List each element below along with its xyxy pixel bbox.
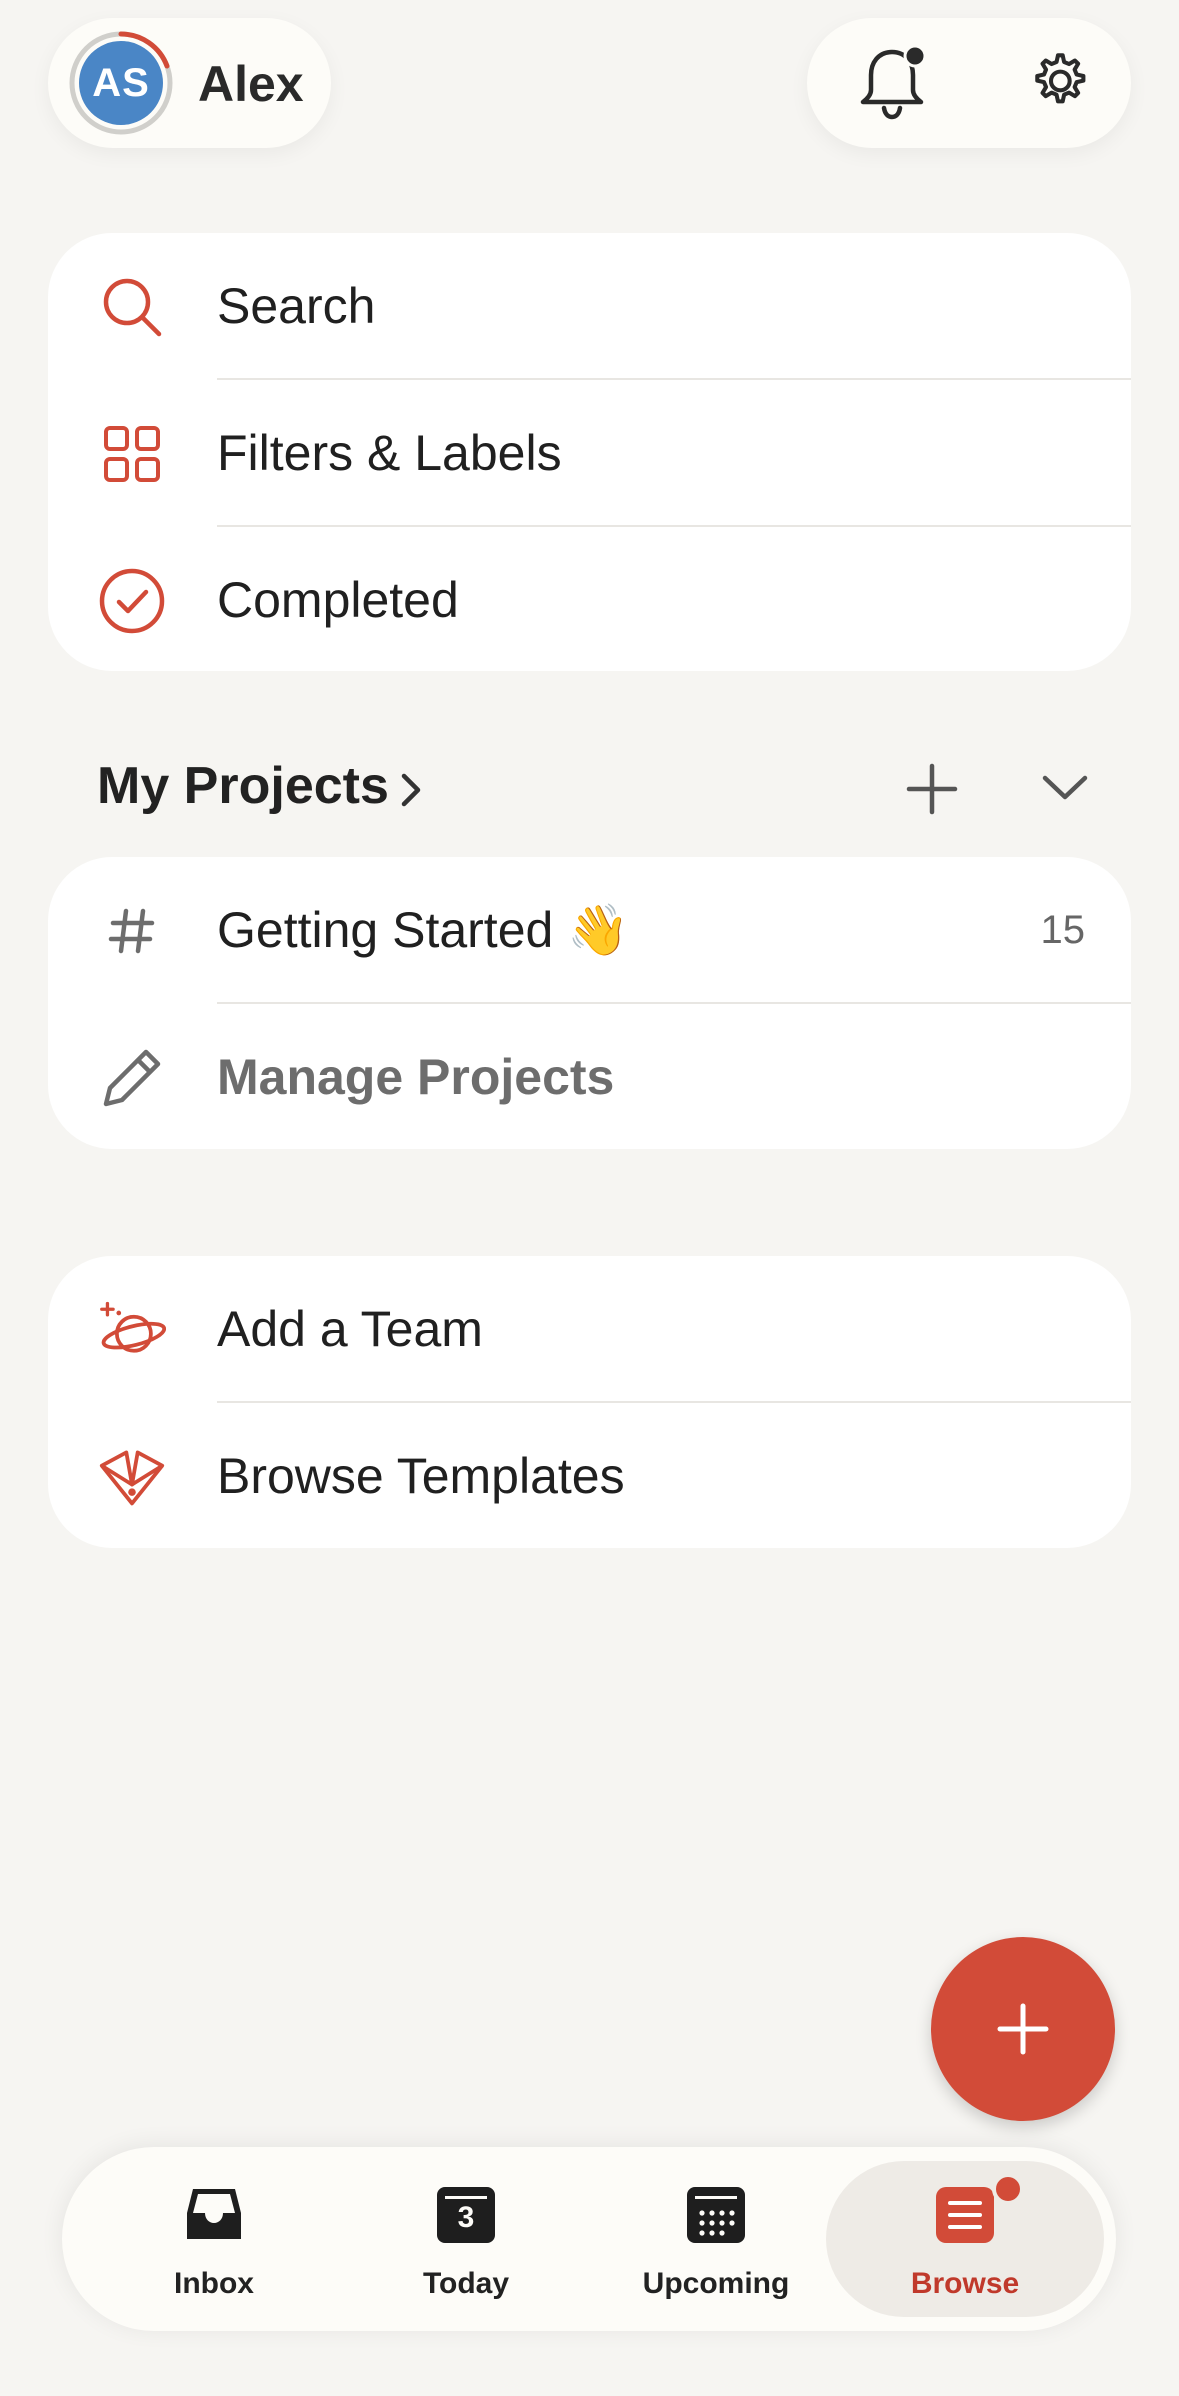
project-label: Getting Started 👋 <box>217 902 630 958</box>
nav-today[interactable]: 3 Today <box>336 2147 596 2331</box>
completed-row[interactable]: Completed <box>48 527 1131 671</box>
today-date: 3 <box>457 2201 475 2234</box>
manage-projects-label: Manage Projects <box>217 1049 615 1105</box>
search-icon <box>103 278 162 337</box>
nav-upcoming[interactable]: Upcoming <box>586 2147 846 2331</box>
plus-icon <box>997 2003 1049 2055</box>
nav-browse[interactable]: Browse <box>826 2161 1104 2317</box>
nav-browse-label: Browse <box>910 2267 1020 2300</box>
add-project-icon[interactable] <box>905 762 959 816</box>
pencil-icon <box>103 1049 161 1107</box>
settings-button[interactable] <box>1013 43 1103 123</box>
bottom-nav: Inbox 3 Today Upcoming Browse <box>62 2147 1116 2331</box>
nav-inbox[interactable]: Inbox <box>84 2147 344 2331</box>
gear-icon <box>1035 53 1086 104</box>
notification-dot <box>992 2173 1024 2205</box>
extras-card: Add a Team Browse Templates <box>48 1256 1131 1548</box>
browse-templates-row[interactable]: Browse Templates <box>48 1403 1131 1548</box>
profile-name: Alex <box>198 56 304 112</box>
calendar-grid-icon <box>687 2187 745 2243</box>
profile-button[interactable]: AS Alex <box>48 18 331 148</box>
add-task-button[interactable] <box>931 1937 1115 2121</box>
bell-icon <box>860 46 927 120</box>
nav-inbox-label: Inbox <box>174 2267 254 2300</box>
add-team-label: Add a Team <box>217 1301 483 1357</box>
project-getting-started[interactable]: Getting Started 👋 15 <box>48 857 1131 1004</box>
nav-upcoming-label: Upcoming <box>642 2267 790 2300</box>
inbox-icon <box>187 2189 241 2239</box>
filters-labels-row[interactable]: Filters & Labels <box>48 380 1131 527</box>
browse-templates-label: Browse Templates <box>217 1448 625 1504</box>
chevron-down-icon[interactable] <box>1041 772 1089 802</box>
manage-projects-row[interactable]: Manage Projects <box>48 1004 1131 1149</box>
avatar: AS <box>79 41 163 125</box>
search-label: Search <box>217 278 376 334</box>
add-team-row[interactable]: Add a Team <box>48 1256 1131 1403</box>
nav-today-label: Today <box>422 2267 510 2300</box>
projects-card: Getting Started 👋 15 Manage Projects <box>48 857 1131 1149</box>
browse-icon <box>936 2187 994 2243</box>
grid-icon <box>104 426 160 482</box>
notifications-button[interactable] <box>847 43 937 123</box>
my-projects-title[interactable]: My Projects <box>97 756 389 816</box>
planet-icon <box>100 1301 166 1353</box>
check-circle-icon <box>99 568 165 634</box>
chevron-right-icon[interactable] <box>398 770 424 810</box>
quick-links-card: Search Filters & Labels Completed <box>48 233 1131 671</box>
header-actions <box>807 18 1131 148</box>
search-row[interactable]: Search <box>48 233 1131 380</box>
filters-labels-label: Filters & Labels <box>217 425 562 481</box>
completed-label: Completed <box>217 572 459 628</box>
hash-icon <box>108 908 155 954</box>
task-count: 15 <box>1040 908 1086 952</box>
templates-icon <box>99 1450 165 1506</box>
